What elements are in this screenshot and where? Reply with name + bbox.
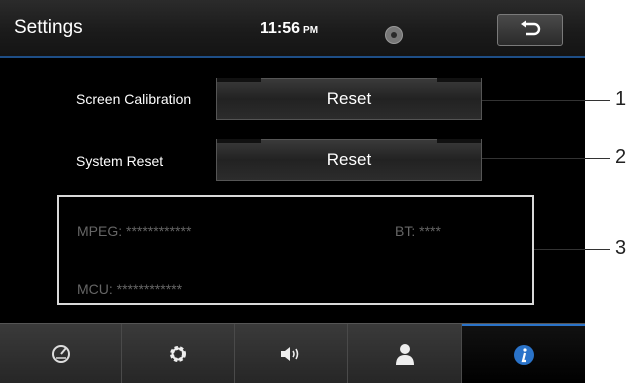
- callout-line-2: [482, 158, 610, 159]
- disc-icon: [385, 26, 403, 44]
- callout-line-3: [534, 249, 610, 250]
- header-bar: Settings 11:56 PM: [0, 0, 585, 56]
- system-reset-label: System Reset: [76, 153, 164, 169]
- screen-calibration-reset-button[interactable]: Reset: [216, 78, 482, 120]
- clock-ampm: PM: [303, 25, 319, 36]
- tab-settings[interactable]: [122, 324, 235, 383]
- bt-version: BT: ****: [395, 223, 441, 239]
- tab-general[interactable]: [0, 324, 122, 383]
- system-reset-button[interactable]: Reset: [216, 139, 482, 181]
- back-arrow-icon: [521, 20, 541, 36]
- speaker-icon: [281, 347, 299, 361]
- gear-icon: [170, 346, 186, 362]
- version-info-box: MPEG: ************ BT: **** MCU: *******…: [57, 195, 534, 305]
- callout-number-1: 1: [615, 88, 627, 110]
- user-icon: [395, 344, 414, 365]
- clock-time: 11:56: [260, 20, 301, 37]
- callout-number-3: 3: [615, 237, 627, 259]
- page-title: Settings: [14, 17, 83, 38]
- back-button[interactable]: [497, 14, 563, 46]
- tab-info[interactable]: [462, 324, 585, 383]
- gauge-icon: [51, 345, 70, 363]
- header-divider: [0, 56, 585, 58]
- clock: 11:56 PM: [260, 20, 318, 38]
- callout-line-1: [482, 100, 610, 101]
- callout-number-2: 2: [615, 146, 627, 168]
- settings-screen: Settings 11:56 PM Screen Calibration Rese…: [0, 0, 585, 383]
- tab-profile[interactable]: [348, 324, 462, 383]
- bottom-tab-bar: [0, 323, 585, 383]
- mcu-version: MCU: ************: [77, 281, 183, 297]
- info-icon: [513, 345, 534, 365]
- mpeg-version: MPEG: ************: [77, 223, 192, 239]
- screen-calibration-label: Screen Calibration: [76, 91, 192, 107]
- tab-audio[interactable]: [235, 324, 348, 383]
